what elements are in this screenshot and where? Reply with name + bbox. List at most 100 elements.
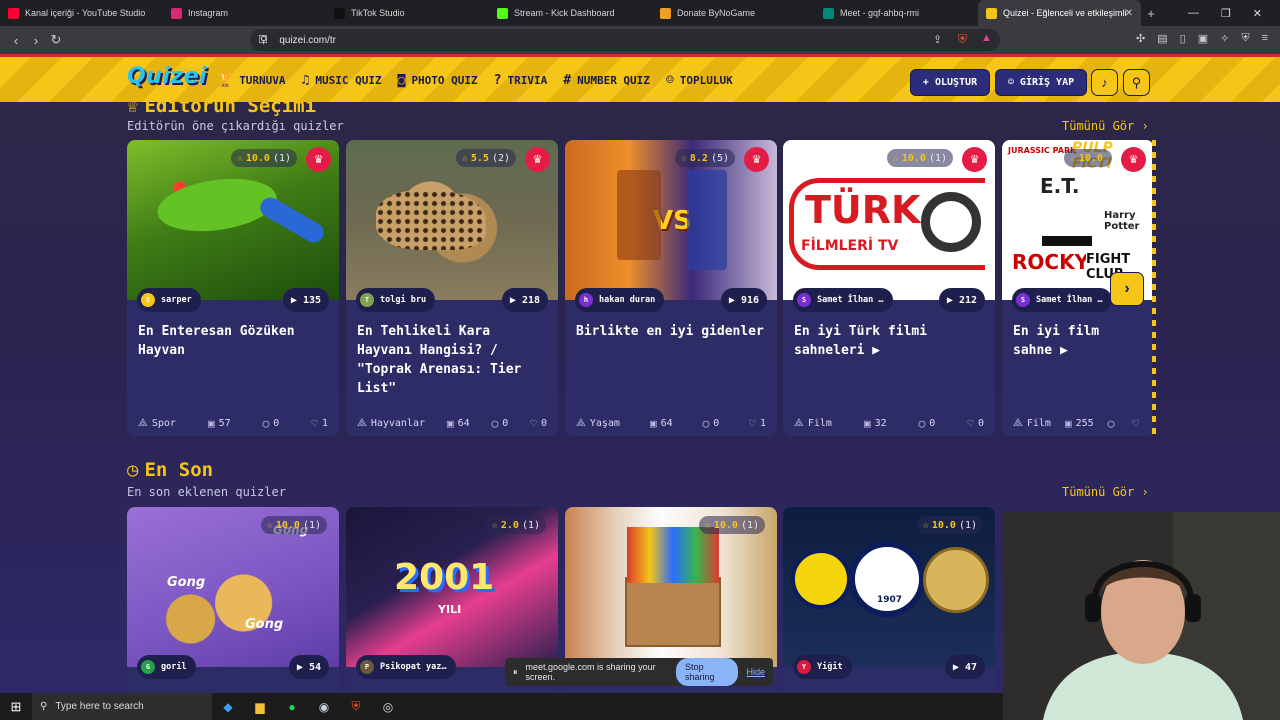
quiz-card[interactable]: ☆ 5.5 (2) ♛ Ttolgi bru ▶ 218 En Tehlikeli Kara …: [346, 140, 558, 436]
minimize-icon[interactable]: —: [1188, 7, 1199, 19]
comment-icon: ◯: [918, 416, 926, 430]
author-chip[interactable]: S Samet İlhan …: [1012, 288, 1112, 312]
file-explorer-icon[interactable]: ▆: [244, 693, 276, 720]
vpn-icon[interactable]: ⛨: [1241, 32, 1249, 45]
quiz-card[interactable]: ☆ 10.0 (1) ♛ Ssarper ▶ 135 En Enteresan Gözüken…: [127, 140, 339, 436]
taskbar-search[interactable]: ⚲ Type here to search: [32, 693, 212, 720]
nav-item-trivia[interactable]: ? TRIVIA: [494, 73, 548, 88]
comment-count[interactable]: ◯ 0: [263, 417, 280, 430]
hide-banner-link[interactable]: Hide: [746, 667, 765, 677]
quiz-card[interactable]: TÜRK FİLMLERİ TV ☆ 10.0 (1) ♛ S Samet İlhan … ▶ 2…: [783, 140, 995, 436]
editor-pick-crown-icon: ♛: [1121, 147, 1146, 172]
share-icon[interactable]: ⇪: [933, 33, 942, 46]
quiz-thumbnail[interactable]: GongGongGong☆10.0(1): [127, 507, 339, 667]
copilot-icon[interactable]: ◆: [212, 693, 244, 720]
author-chip[interactable]: h hakan duran: [575, 288, 665, 312]
quiz-title[interactable]: En Enteresan Gözüken Hayvan: [127, 300, 339, 410]
like-count[interactable]: ♡: [1132, 417, 1143, 430]
nav-item-photo-quiz[interactable]: ◙ PHOTO QUIZ: [398, 73, 478, 88]
like-count[interactable]: ♡ 1: [311, 417, 328, 430]
close-window-icon[interactable]: ✕: [1253, 7, 1262, 20]
quiz-thumbnail[interactable]: TÜRK FİLMLERİ TV ☆ 10.0 (1) ♛: [783, 140, 995, 300]
brave-shield-icon[interactable]: ⛨: [958, 32, 967, 47]
quiz-title[interactable]: En iyi Türk filmi sahneleri ▶: [783, 300, 995, 410]
leo-icon[interactable]: ✧: [1220, 32, 1229, 45]
quiz-title[interactable]: Birlikte en iyi gidenler: [565, 300, 777, 410]
rating-badge: ☆ 10.0 (1): [916, 516, 983, 534]
quiz-thumbnail[interactable]: 1907 ☆ 10.0 (1): [783, 507, 995, 667]
tab-close-icon[interactable]: ✕: [1125, 8, 1133, 19]
notification-bell-icon[interactable]: ♪: [1091, 69, 1118, 96]
see-all-editors-link[interactable]: Tümünü Gör ›: [1062, 119, 1149, 133]
category-label: Film: [807, 417, 832, 429]
wallet-icon[interactable]: ▣: [1198, 32, 1208, 45]
steam-icon[interactable]: ◉: [308, 693, 340, 720]
browser-tab[interactable]: Instagram: [163, 0, 326, 26]
sidebar-icon[interactable]: ▯: [1180, 32, 1186, 45]
comment-count[interactable]: ◯ 0: [492, 417, 509, 430]
comment-count[interactable]: ◯: [1108, 417, 1119, 430]
rating-badge: ☆ 10.0 (1): [260, 516, 327, 534]
author-chip[interactable]: Ggoril: [137, 655, 196, 679]
heart-icon: ♡: [1132, 416, 1139, 430]
author-chip[interactable]: P Psikopat yaz…: [356, 655, 456, 679]
restore-icon[interactable]: ❐: [1221, 7, 1231, 20]
poster-text: E.T.: [1040, 174, 1080, 198]
play-count-chip: ▶ 916: [720, 288, 767, 312]
browser-tab[interactable]: Quizei - Eğlenceli ve etkileşimli ✕: [978, 0, 1141, 26]
question-count-value: 57: [218, 417, 231, 429]
bookmark-icon[interactable]: ☐: [258, 33, 268, 46]
like-count[interactable]: ♡ 0: [530, 417, 547, 430]
author-chip[interactable]: Ttolgi bru: [356, 288, 436, 312]
author-chip[interactable]: Y Yiğit: [793, 655, 852, 679]
browser-tab[interactable]: Stream - Kick Dashboard: [489, 0, 652, 26]
stop-sharing-button[interactable]: Stop sharing: [676, 658, 739, 686]
quiz-title[interactable]: En iyi film sahne ▶: [1002, 300, 1154, 410]
quiz-thumbnail[interactable]: 2001 YILI ☆ 2.0 (1): [346, 507, 558, 667]
spotify-icon[interactable]: ●: [276, 693, 308, 720]
quiz-card[interactable]: VS ☆ 8.2 (5) ♛ h hakan duran ▶ 916 Birlikte en iy…: [565, 140, 777, 436]
obs-icon[interactable]: ◎: [372, 693, 404, 720]
site-logo[interactable]: Quizei: [127, 64, 207, 89]
quiz-thumbnail[interactable]: ☆ 5.5 (2) ♛: [346, 140, 558, 300]
quiz-title[interactable]: En Tehlikeli Kara Hayvanı Hangisi? / "To…: [346, 300, 558, 410]
see-all-latest-link[interactable]: Tümünü Gör ›: [1062, 485, 1149, 499]
create-button[interactable]: + OLUŞTUR: [910, 69, 990, 96]
back-icon[interactable]: ‹: [6, 33, 26, 48]
nav-item-number-quiz[interactable]: # NUMBER QUIZ: [563, 73, 650, 88]
login-button[interactable]: ☺ GİRİŞ YAP: [995, 69, 1087, 96]
search-icon[interactable]: ⚲: [1123, 69, 1150, 96]
nav-item-turnuva[interactable]: 🏆 TURNUVA: [217, 73, 286, 88]
extensions-icon[interactable]: ✣: [1136, 32, 1145, 45]
nav-item-topluluk[interactable]: ☺ TOPLULUK: [666, 73, 733, 88]
quiz-card[interactable]: GongGongGong☆10.0(1)Ggoril▶54: [127, 507, 339, 693]
browser-tab[interactable]: TikTok Studio: [326, 0, 489, 26]
rewards-icon[interactable]: ▲: [981, 32, 992, 44]
brave-icon[interactable]: ⛨: [340, 693, 372, 720]
browser-tab[interactable]: Meet - gqf-ahbq-rmi: [815, 0, 978, 26]
nav-item-music-quiz[interactable]: ♫ MUSIC QUIZ: [302, 73, 382, 88]
media-icon[interactable]: ▤: [1157, 32, 1167, 45]
reload-icon[interactable]: ↻: [46, 32, 66, 48]
windows-start-icon[interactable]: ⊞: [0, 699, 32, 715]
quiz-card[interactable]: 1907 ☆ 10.0 (1) Y Yiğit ▶ 47: [783, 507, 995, 693]
carousel-next-button[interactable]: ›: [1110, 272, 1144, 306]
quiz-thumbnail[interactable]: ☆ 10.0 (1) ♛: [127, 140, 339, 300]
quiz-thumbnail[interactable]: ☆ 10.0 (1): [565, 507, 777, 667]
play-icon: ▶: [952, 661, 959, 673]
author-chip[interactable]: S Samet İlhan …: [793, 288, 893, 312]
comment-count[interactable]: ◯ 0: [919, 417, 936, 430]
browser-tab[interactable]: Kanal içeriği - YouTube Studio: [0, 0, 163, 26]
menu-icon[interactable]: ≡: [1262, 32, 1268, 45]
forward-icon[interactable]: ›: [26, 33, 46, 48]
new-tab-icon[interactable]: +: [1141, 6, 1161, 21]
like-count[interactable]: ♡ 0: [967, 417, 984, 430]
star-icon: ☆: [680, 152, 687, 164]
quiz-thumbnail[interactable]: VS ☆ 8.2 (5) ♛: [565, 140, 777, 300]
url-field[interactable]: ⚲ quizei.com/tr: [250, 29, 1000, 51]
author-chip[interactable]: Ssarper: [137, 288, 201, 312]
like-count[interactable]: ♡ 1: [749, 417, 766, 430]
comment-count[interactable]: ◯ 0: [703, 417, 720, 430]
rating-value: 5.5: [470, 152, 489, 164]
browser-tab[interactable]: Donate ByNoGame: [652, 0, 815, 26]
